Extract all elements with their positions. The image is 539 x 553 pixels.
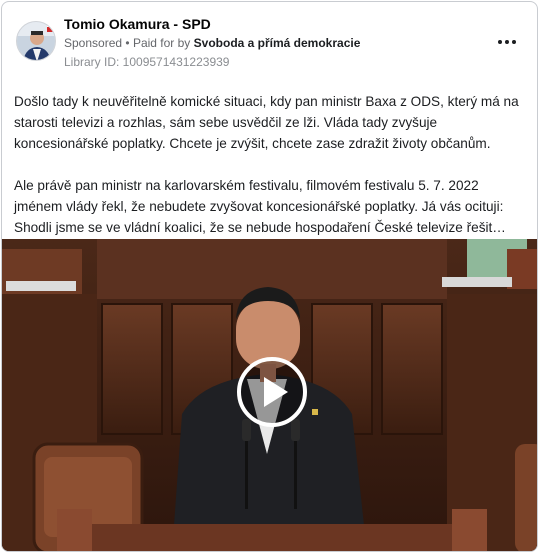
- library-id: Library ID: 1009571431223939: [64, 55, 230, 69]
- more-options-button[interactable]: [495, 32, 519, 52]
- payer-name[interactable]: Svoboda a přímá demokracie: [194, 36, 361, 50]
- separator-dot: •: [125, 36, 133, 50]
- body-paragraph-2-line-1: Ale právě pan ministr na karlovarském fe…: [14, 178, 479, 193]
- sponsorship-line: Sponsored • Paid for by Svoboda a přímá …: [64, 36, 360, 50]
- more-horizontal-icon: [512, 40, 516, 44]
- more-horizontal-icon: [505, 40, 509, 44]
- sponsored-label: Sponsored: [64, 36, 123, 50]
- video-player[interactable]: [2, 239, 537, 551]
- body-paragraph-1: Došlo tady k neuvěřitelně komické situac…: [14, 94, 519, 151]
- body-paragraph-2-line-3[interactable]: Shodli jsme se ve vládní koalici, že se …: [14, 217, 532, 238]
- paid-for-prefix: Paid for by: [132, 36, 191, 50]
- page-name[interactable]: Tomio Okamura - SPD: [64, 16, 211, 32]
- avatar-image: [17, 22, 55, 60]
- body-paragraph-2: Ale právě pan ministr na karlovarském fe…: [14, 175, 532, 238]
- play-button[interactable]: [236, 356, 308, 428]
- ad-card: Tomio Okamura - SPD Sponsored • Paid for…: [1, 1, 538, 552]
- ad-body-text: Došlo tady k neuvěřitelně komické situac…: [14, 91, 532, 238]
- page-avatar[interactable]: [16, 21, 56, 61]
- ad-header: Tomio Okamura - SPD Sponsored • Paid for…: [2, 2, 537, 82]
- play-icon: [237, 357, 307, 427]
- more-horizontal-icon: [498, 40, 502, 44]
- body-paragraph-2-line-2: jménem vlády řekl, že nebudete zvyšovat …: [14, 199, 504, 214]
